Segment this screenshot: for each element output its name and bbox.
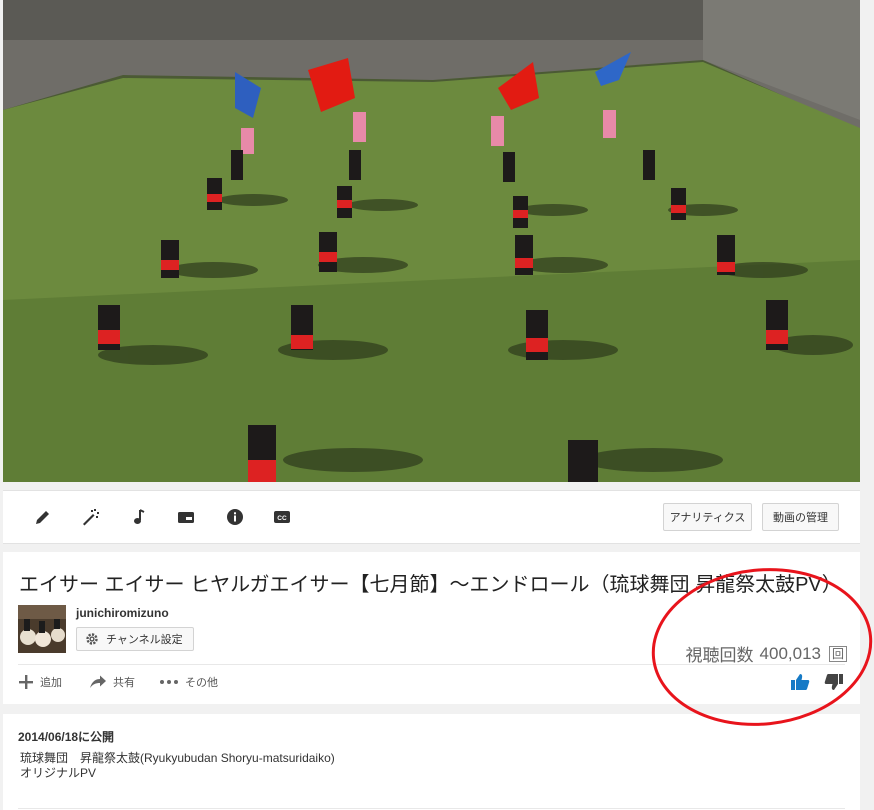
thumbs-up-icon <box>791 674 810 690</box>
description-card: 2014/06/18に公開 琉球舞団 昇龍祭太鼓(Ryukyubudan Sho… <box>3 714 860 810</box>
description-line: オリジナルPV <box>20 766 97 780</box>
divider <box>18 664 845 665</box>
pencil-icon[interactable] <box>31 505 55 529</box>
manage-video-button[interactable]: 動画の管理 <box>762 503 839 531</box>
card-icon[interactable] <box>174 505 198 529</box>
channel-name[interactable]: junichiromizuno <box>76 606 169 620</box>
view-count: 視聴回数 400,013 回 <box>686 641 847 666</box>
views-number: 400,013 <box>759 643 821 663</box>
like-button[interactable] <box>790 673 810 696</box>
avatar[interactable] <box>18 605 66 653</box>
info-icon[interactable] <box>223 505 247 529</box>
more-dots-icon <box>160 680 178 684</box>
divider <box>18 808 845 809</box>
video-player[interactable] <box>3 0 860 482</box>
gear-icon <box>86 633 98 645</box>
channel-settings-label: チャンネル設定 <box>106 634 183 646</box>
views-label: 視聴回数 <box>685 646 754 665</box>
svg-text:CC: CC <box>277 515 287 522</box>
closed-captions-icon[interactable]: CC <box>270 505 294 529</box>
analytics-button[interactable]: アナリティクス <box>663 503 752 531</box>
dislike-button[interactable] <box>824 673 844 696</box>
views-unit: 回 <box>828 645 847 662</box>
plus-icon <box>19 675 33 689</box>
music-note-icon[interactable] <box>127 505 151 529</box>
magic-wand-icon[interactable] <box>78 505 102 529</box>
published-date: 2014/06/18に公開 <box>18 730 115 744</box>
share-arrow-icon <box>90 675 106 688</box>
share-button[interactable]: 共有 <box>89 674 135 690</box>
video-frame <box>3 0 860 482</box>
add-button[interactable]: 追加 <box>18 674 62 690</box>
editor-toolbar: CC アナリティクス 動画の管理 <box>3 490 860 544</box>
channel-settings-button[interactable]: チャンネル設定 <box>76 627 194 651</box>
share-label: 共有 <box>113 677 135 689</box>
more-button[interactable]: その他 <box>159 674 218 690</box>
add-label: 追加 <box>40 677 62 689</box>
thumbs-down-icon <box>824 674 843 690</box>
more-label: その他 <box>185 677 218 689</box>
video-title: エイサー エイサー ヒヤルガエイサー【七月節】〜エンドロール（琉球舞団 昇龍祭太… <box>19 574 842 596</box>
video-info-card: エイサー エイサー ヒヤルガエイサー【七月節】〜エンドロール（琉球舞団 昇龍祭太… <box>3 552 860 704</box>
